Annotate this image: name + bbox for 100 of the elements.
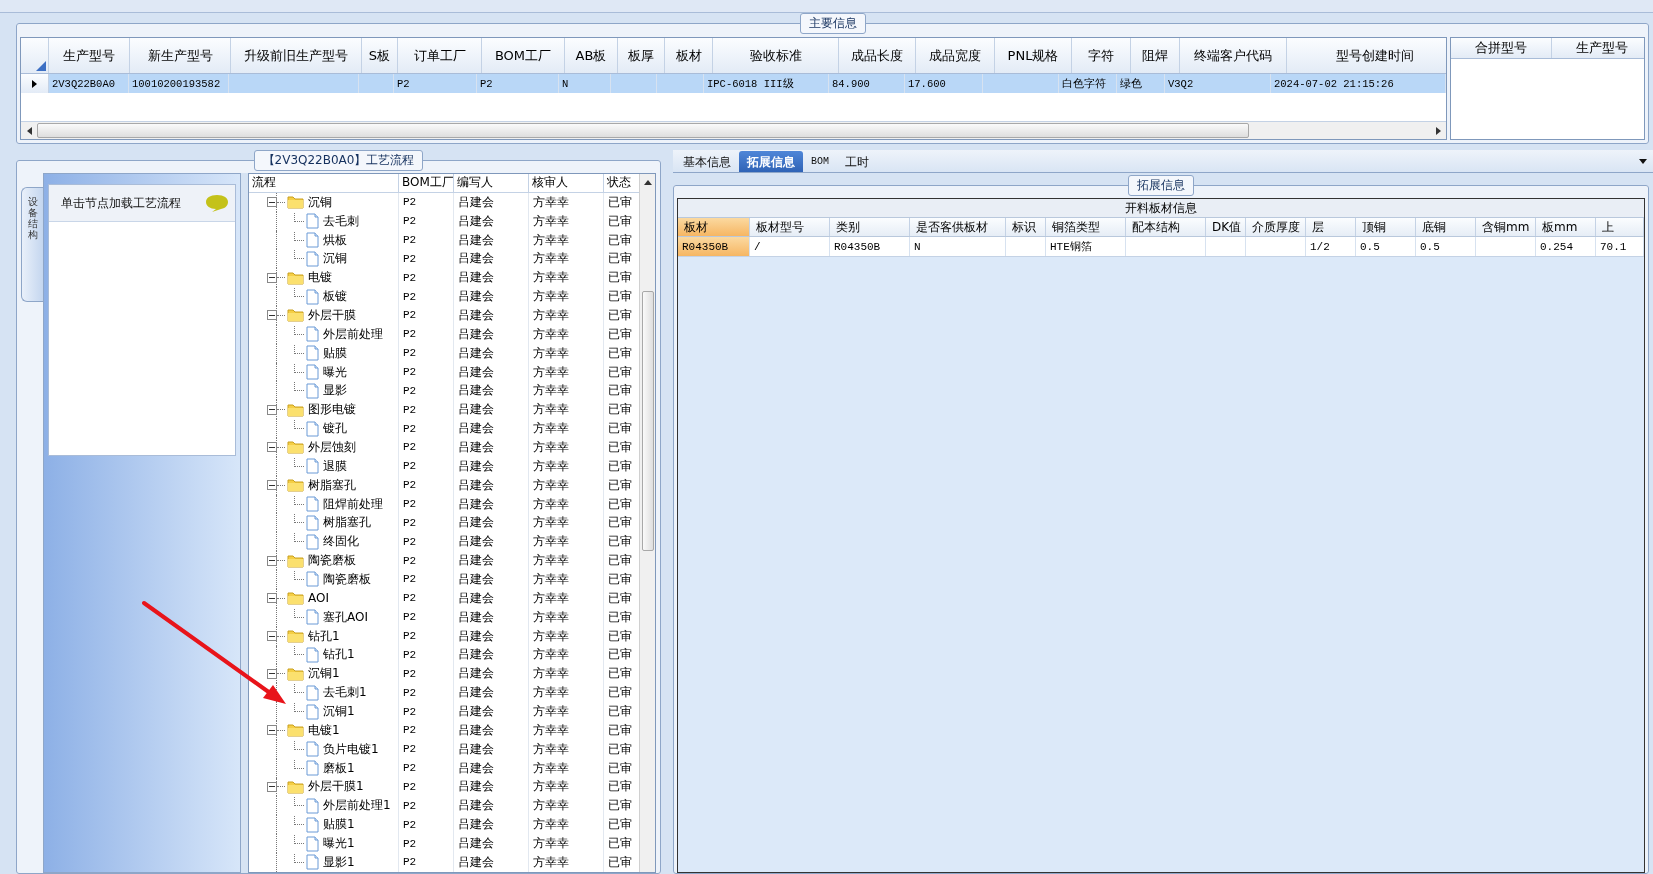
collapse-icon[interactable] xyxy=(267,404,277,415)
column-header[interactable]: 新生产型号 xyxy=(130,38,231,73)
tree-node-label[interactable]: 外层干膜1 xyxy=(308,778,364,796)
column-header[interactable]: 成品长度 xyxy=(839,38,916,73)
tree-node-label[interactable]: 去毛刺 xyxy=(323,212,359,230)
collapse-icon[interactable] xyxy=(267,555,277,566)
column-header[interactable]: 验收标准 xyxy=(713,38,839,73)
tree-node-label[interactable]: 塞孔AOI xyxy=(323,608,368,626)
tree-node-label[interactable]: 沉铜1 xyxy=(323,703,355,720)
column-header[interactable]: 顶铜 xyxy=(1356,218,1416,236)
table-cell: 已审 xyxy=(608,608,632,626)
tab[interactable]: 工时 xyxy=(837,151,877,172)
column-header[interactable]: 上 xyxy=(1596,218,1644,236)
tree-node-label[interactable]: 板镀 xyxy=(323,288,347,306)
column-header[interactable]: 是否客供板材 xyxy=(910,218,1006,236)
tree-node-label[interactable]: 镀孔 xyxy=(323,420,347,438)
tab[interactable]: BOM xyxy=(803,151,837,172)
tree-node-label[interactable]: 烘板 xyxy=(323,231,347,249)
column-header[interactable]: BOM工厂 xyxy=(399,174,454,192)
tree-node-label[interactable]: AOI xyxy=(308,591,329,606)
table-cell: 已审 xyxy=(608,703,632,720)
collapse-icon[interactable] xyxy=(267,442,277,453)
tree-node-label[interactable]: 钻孔1 xyxy=(308,627,340,645)
tree-node-label[interactable]: 曝光 xyxy=(323,363,347,381)
horizontal-scrollbar[interactable] xyxy=(21,121,1446,139)
column-header[interactable]: 介质厚度 xyxy=(1246,218,1306,236)
column-header[interactable]: 标识 xyxy=(1006,218,1046,236)
column-header[interactable]: PNL规格 xyxy=(995,38,1072,73)
tab[interactable]: 基本信息 xyxy=(675,151,739,172)
column-header[interactable]: 终端客户代码 xyxy=(1180,38,1287,73)
tree-node-label[interactable]: 沉铜 xyxy=(308,193,332,211)
side-tab[interactable]: 设备结构 xyxy=(21,187,43,302)
folder-icon xyxy=(287,591,304,606)
column-header[interactable]: DK值 xyxy=(1206,218,1246,236)
collapse-icon[interactable] xyxy=(267,593,277,604)
collapse-icon[interactable] xyxy=(267,272,277,283)
tree-node-label[interactable]: 图形电镀 xyxy=(308,401,356,419)
column-header[interactable]: S板 xyxy=(362,38,398,73)
table-cell: P2 xyxy=(403,290,417,303)
column-header[interactable]: 编写人 xyxy=(454,174,529,192)
tree-node-label[interactable]: 沉铜1 xyxy=(308,665,340,683)
tree-node-label[interactable]: 贴膜1 xyxy=(323,816,355,834)
column-header[interactable]: 层 xyxy=(1306,218,1356,236)
tree-node-label[interactable]: 显影 xyxy=(323,382,347,400)
column-header[interactable]: 升级前旧生产型号 xyxy=(231,38,362,73)
column-header[interactable]: 板厚 xyxy=(618,38,665,73)
tree-node-label[interactable]: 电镀1 xyxy=(308,721,340,739)
tree-node-label[interactable]: 外层干膜 xyxy=(308,306,356,324)
collapse-icon[interactable] xyxy=(267,631,277,642)
column-header[interactable]: 阻焊 xyxy=(1131,38,1180,73)
table-cell: 方幸幸 xyxy=(533,306,569,324)
tree-node-label[interactable]: 磨板1 xyxy=(323,759,355,777)
tree-node-label[interactable]: 终固化 xyxy=(323,533,359,551)
vertical-scrollbar[interactable] xyxy=(639,174,655,872)
tree-node-label[interactable]: 陶瓷磨板 xyxy=(323,571,371,588)
tree-node-label[interactable]: 树脂塞孔 xyxy=(308,476,356,494)
tree-node-label[interactable]: 外层前处理 xyxy=(323,325,383,343)
table-cell: 吕建会 xyxy=(458,476,494,494)
tree-node-label[interactable]: 沉铜 xyxy=(323,250,347,268)
tree-node-label[interactable]: 贴膜 xyxy=(323,344,347,362)
tree-node-label[interactable]: 曝光1 xyxy=(323,835,355,852)
column-header[interactable]: 核审人 xyxy=(529,174,604,192)
collapse-icon[interactable] xyxy=(267,480,277,491)
tree-node-label[interactable]: 外层前处理1 xyxy=(323,797,391,815)
collapse-icon[interactable] xyxy=(267,197,277,208)
tree-node-label[interactable]: 显影1 xyxy=(323,853,355,871)
column-header[interactable]: 板材 xyxy=(678,218,750,236)
table-row[interactable]: 2V3Q22B0A0 10010200193582 P2 P2 N IPC-6018 III级 84.900 17.600 白色字符 绿色 V3Q2 2024-07-02 21:15:26 xyxy=(21,74,1446,93)
tree-node-label[interactable]: 钻孔1 xyxy=(323,646,355,664)
collapse-icon[interactable] xyxy=(267,310,277,321)
column-header[interactable]: 配本结构 xyxy=(1126,218,1206,236)
column-header[interactable]: 订单工厂 xyxy=(398,38,482,73)
tree-node-label[interactable]: 负片电镀1 xyxy=(323,740,379,758)
collapse-icon[interactable] xyxy=(267,668,277,679)
collapse-icon[interactable] xyxy=(267,725,277,736)
column-header[interactable]: 字符 xyxy=(1072,38,1131,73)
column-header[interactable]: 生产型号 xyxy=(1552,38,1644,58)
column-header[interactable]: 板材 xyxy=(665,38,713,73)
dropdown-icon[interactable] xyxy=(1639,159,1647,164)
tab[interactable]: 拓展信息 xyxy=(739,151,803,172)
column-header[interactable]: 底铜 xyxy=(1416,218,1476,236)
column-header[interactable]: 成品宽度 xyxy=(916,38,995,73)
column-header[interactable]: 板材型号 xyxy=(750,218,830,236)
column-header[interactable]: 生产型号 xyxy=(49,38,130,73)
column-header[interactable]: 类别 xyxy=(830,218,910,236)
tree-node-label[interactable]: 树脂塞孔 xyxy=(323,514,371,532)
column-header[interactable]: AB板 xyxy=(565,38,618,73)
column-header[interactable]: BOM工厂 xyxy=(482,38,565,73)
tree-node-label[interactable]: 电镀 xyxy=(308,269,332,287)
tree-node-label[interactable]: 退膜 xyxy=(323,457,347,475)
column-header[interactable]: 合拼型号 xyxy=(1451,38,1552,58)
tree-node-label[interactable]: 阻焊前处理 xyxy=(323,495,383,513)
column-header[interactable]: 板mm xyxy=(1536,218,1596,236)
column-header[interactable]: 含铜mm xyxy=(1476,218,1536,236)
tree-node-label[interactable]: 去毛刺1 xyxy=(323,684,367,702)
tree-node-label[interactable]: 外层蚀刻 xyxy=(308,438,356,456)
column-header[interactable]: 铜箔类型 xyxy=(1046,218,1126,236)
tree-node-label[interactable]: 陶瓷磨板 xyxy=(308,552,356,570)
collapse-icon[interactable] xyxy=(267,781,277,792)
column-header[interactable]: 流程 xyxy=(249,174,399,192)
